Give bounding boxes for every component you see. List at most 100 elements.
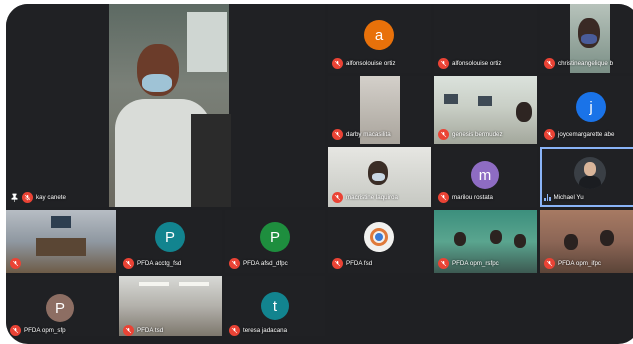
participant-label: genesis bermudez bbox=[438, 128, 503, 140]
window-background bbox=[187, 12, 227, 72]
muted-mic-icon bbox=[332, 57, 343, 69]
participant-name: PFDA opm_sfp bbox=[24, 326, 66, 334]
avatar: P bbox=[155, 222, 185, 252]
participant-tile-michael-yu[interactable]: Michael Yu bbox=[540, 147, 633, 207]
participant-name: Michael Yu bbox=[553, 193, 584, 201]
speaking-indicator-icon bbox=[544, 193, 551, 201]
participant-tile-pfda-tsd[interactable]: PFDA tsd bbox=[119, 276, 222, 336]
participant-name: alfonsolouise ortiz bbox=[452, 59, 502, 67]
participant-tile-pfda-fsd[interactable]: PFDA fsd bbox=[328, 210, 431, 273]
participant-name: PFDA afsd_dfpc bbox=[243, 259, 288, 267]
monitor bbox=[444, 94, 458, 104]
person-head bbox=[454, 232, 466, 246]
participant-tile-pfda-opm-sfp[interactable]: P PFDA opm_sfp bbox=[6, 276, 116, 336]
face-mask bbox=[142, 74, 172, 92]
participant-label: teresa jadacana bbox=[229, 324, 287, 336]
avatar-photo bbox=[574, 157, 606, 189]
participant-label: PFDA tsd bbox=[123, 324, 163, 336]
participant-label: macristine laquiroa bbox=[332, 191, 398, 203]
participant-name: PFDA acctg_fsd bbox=[137, 259, 182, 267]
participant-tile-alfonsolouise-1[interactable]: a alfonsolouise ortiz bbox=[328, 4, 431, 73]
muted-mic-icon bbox=[123, 257, 134, 269]
avatar: j bbox=[576, 92, 606, 122]
muted-mic-icon bbox=[332, 128, 343, 140]
participant-tile-macristine[interactable]: macristine laquiroa bbox=[328, 147, 431, 207]
person-head bbox=[490, 230, 502, 244]
face-mask bbox=[581, 34, 597, 44]
avatar: P bbox=[260, 222, 290, 252]
muted-mic-icon bbox=[332, 191, 343, 203]
participant-tile-meeting-room[interactable] bbox=[6, 210, 116, 273]
ceiling-light bbox=[179, 282, 209, 286]
muted-mic-icon bbox=[10, 257, 21, 269]
participant-name: PFDA opm_ifpc bbox=[558, 259, 601, 267]
participant-tile-pfda-afsd[interactable]: P PFDA afsd_dfpc bbox=[225, 210, 325, 273]
person-head bbox=[516, 102, 532, 122]
person-head bbox=[600, 230, 614, 246]
participant-name: marilou rostata bbox=[452, 193, 493, 201]
muted-mic-icon bbox=[438, 57, 449, 69]
participant-tile-christineangelique[interactable]: christineangelique b bbox=[540, 4, 633, 73]
participant-video bbox=[109, 4, 231, 207]
participant-name: joycemargarette abe bbox=[558, 130, 615, 138]
muted-mic-icon bbox=[544, 57, 555, 69]
avatar: P bbox=[46, 294, 74, 322]
participant-label: PFDA opm_ifpc bbox=[544, 257, 601, 269]
participant-label: alfonsolouise ortiz bbox=[438, 57, 502, 69]
avatar: a bbox=[364, 20, 394, 50]
muted-mic-icon bbox=[438, 191, 449, 203]
participant-name: genesis bermudez bbox=[452, 130, 503, 138]
person-head bbox=[564, 234, 578, 250]
participant-name: christineangelique b bbox=[558, 59, 614, 67]
participant-label: darby macasilita bbox=[332, 128, 391, 140]
participant-name: PFDA tsd bbox=[137, 326, 164, 334]
participant-tile-alfonsolouise-2[interactable]: alfonsolouise ortiz bbox=[434, 4, 537, 73]
participant-label: kay canete bbox=[10, 191, 66, 203]
participant-label: PFDA fsd bbox=[332, 257, 372, 269]
participant-name: teresa jadacana bbox=[243, 326, 288, 334]
pin-icon[interactable] bbox=[10, 193, 19, 202]
muted-mic-icon bbox=[332, 257, 343, 269]
avatar: t bbox=[261, 292, 289, 320]
ceiling-light bbox=[139, 282, 169, 286]
participant-tile-darby[interactable]: darby macasilita bbox=[328, 76, 431, 144]
participant-label: alfonsolouise ortiz bbox=[332, 57, 396, 69]
chair bbox=[191, 114, 231, 207]
muted-mic-icon bbox=[229, 257, 240, 269]
participant-name: alfonsolouise ortiz bbox=[346, 59, 396, 67]
muted-mic-icon bbox=[438, 128, 449, 140]
page: kay canete a alfonsolouise ortiz alfonso… bbox=[0, 0, 633, 344]
participant-tile-kay-canete[interactable]: kay canete bbox=[6, 4, 325, 207]
participant-tile-joycemargarette[interactable]: j joycemargarette abe bbox=[540, 76, 633, 144]
participant-name: darby macasilita bbox=[346, 130, 391, 138]
participant-tile-genesis[interactable]: genesis bermudez bbox=[434, 76, 537, 144]
participant-label: PFDA afsd_dfpc bbox=[229, 257, 288, 269]
face-mask bbox=[372, 173, 385, 181]
participant-label: marilou rostata bbox=[438, 191, 493, 203]
participant-tile-marilou[interactable]: m marilou rostata bbox=[434, 147, 537, 207]
conference-table bbox=[36, 238, 86, 256]
participant-name: macristine laquiroa bbox=[346, 193, 398, 201]
participant-label: PFDA opm_sfp bbox=[10, 324, 66, 336]
participant-tile-pfda-opm-rsfpc[interactable]: PFDA opm_rsfpc bbox=[434, 210, 537, 273]
muted-mic-icon bbox=[544, 257, 555, 269]
participant-tile-teresa[interactable]: t teresa jadacana bbox=[225, 276, 325, 336]
muted-mic-icon bbox=[22, 191, 33, 203]
participant-name: PFDA fsd bbox=[346, 259, 373, 267]
participant-label bbox=[10, 257, 24, 269]
muted-mic-icon bbox=[438, 257, 449, 269]
participant-tile-pfda-acctg[interactable]: P PFDA acctg_fsd bbox=[119, 210, 222, 273]
participant-label: PFDA acctg_fsd bbox=[123, 257, 181, 269]
muted-mic-icon bbox=[229, 324, 240, 336]
meeting-grid: kay canete a alfonsolouise ortiz alfonso… bbox=[6, 4, 633, 344]
participant-tile-pfda-opm-ifpc[interactable]: PFDA opm_ifpc bbox=[540, 210, 633, 273]
participant-name: kay canete bbox=[36, 193, 66, 201]
muted-mic-icon bbox=[544, 128, 555, 140]
participant-label: christineangelique b bbox=[544, 57, 613, 69]
muted-mic-icon bbox=[10, 324, 21, 336]
avatar-logo bbox=[364, 222, 394, 252]
participant-label: Michael Yu bbox=[544, 191, 584, 203]
screen bbox=[51, 216, 71, 228]
participant-label: PFDA opm_rsfpc bbox=[438, 257, 499, 269]
muted-mic-icon bbox=[123, 324, 134, 336]
